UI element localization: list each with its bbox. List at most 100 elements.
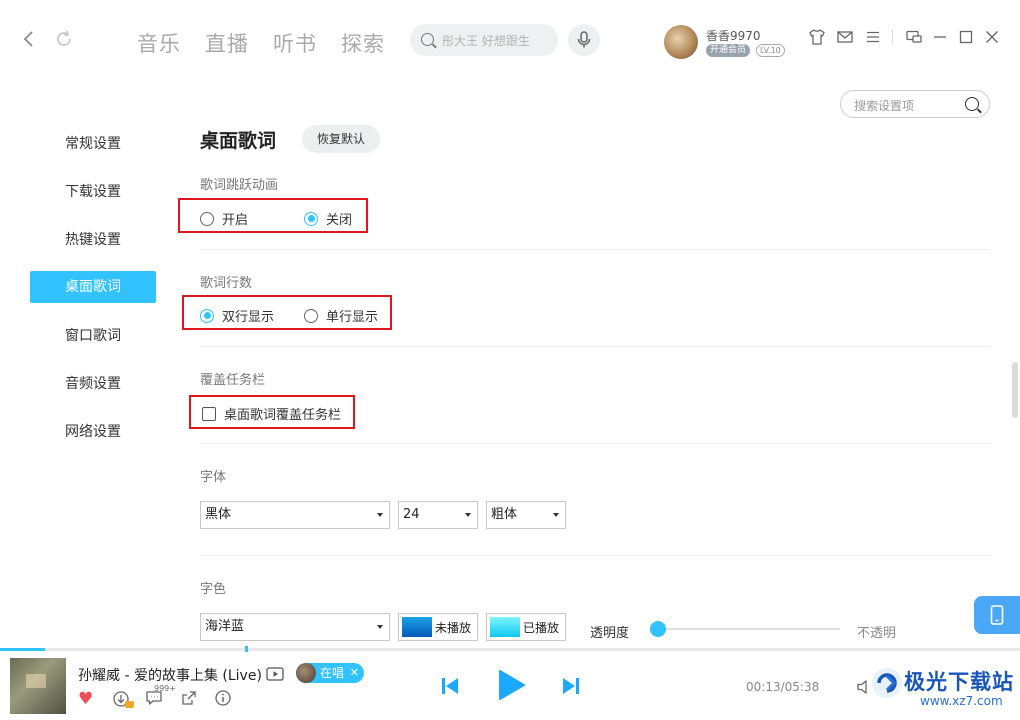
mini-mode-icon[interactable] [905,28,923,46]
section-label-jump-animation: 歌词跳跃动画 [200,178,279,193]
section-divider [200,346,990,347]
section-label-line-count: 歌词行数 [200,276,253,291]
close-icon[interactable]: ✕ [350,663,359,683]
vip-badge[interactable]: 开通会员 [706,44,751,57]
chevron-down-icon [377,625,383,629]
mail-icon[interactable] [836,28,854,46]
skin-icon[interactable] [808,28,826,46]
username[interactable]: 香香9970 [706,27,761,44]
section-label-font: 字体 [200,470,227,485]
select-value: 黑体 [205,507,232,522]
font-weight-select[interactable]: 粗体 [486,501,566,529]
chevron-down-icon [377,513,383,517]
font-size-select[interactable]: 24 [398,501,478,529]
radio-jump-on[interactable]: 开启 [200,209,248,228]
song-title[interactable]: 孙耀威 - 爱的故事上集 (Live) [78,665,262,685]
sidebar-item-desktop-lyrics[interactable]: 桌面歌词 [30,271,156,303]
sidebar-item-hotkeys[interactable]: 热键设置 [30,224,156,256]
font-family-select[interactable]: 黑体 [200,501,390,529]
playback-time: 00:13/05:38 [746,680,820,694]
avatar[interactable] [664,25,698,59]
settings-search-input[interactable]: 搜索设置项 [840,90,990,118]
play-icon[interactable] [496,669,526,701]
opacity-slider-track[interactable] [650,628,840,630]
search-icon [421,33,434,46]
tab-music[interactable]: 音乐 [137,28,181,58]
tab-explore[interactable]: 探索 [341,28,385,58]
chevron-down-icon [465,513,471,517]
search-placeholder: 彤大王 好想跟生 [442,34,530,48]
color-swatch [402,617,432,637]
checkbox-cover-taskbar[interactable]: 桌面歌词覆盖任务栏 [202,404,341,423]
minimize-icon[interactable] [931,28,949,46]
search-input[interactable]: 彤大王 好想跟生 [410,24,558,56]
radio-label: 单行显示 [326,310,379,325]
sidebar-item-network[interactable]: 网络设置 [30,416,156,448]
playback-progress-track[interactable] [0,648,1020,651]
checkbox-label: 桌面歌词覆盖任务栏 [224,408,342,423]
maximize-icon[interactable] [957,28,975,46]
close-icon[interactable] [983,28,1001,46]
opacity-slider-handle[interactable] [650,621,666,637]
voice-search-button[interactable] [568,24,600,56]
phone-icon [990,605,1004,625]
select-value: 24 [403,507,420,522]
color-button-label: 未播放 [435,620,472,635]
played-color-button[interactable]: 已播放 [486,613,566,641]
checkbox-box [202,406,216,421]
radio-label: 开启 [222,213,249,228]
live-singing-tag[interactable]: 在唱 ✕ [296,663,364,683]
refresh-icon[interactable] [52,27,76,51]
color-scheme-select[interactable]: 海洋蓝 [200,613,390,641]
watermark-logo-icon [872,668,902,698]
tab-live[interactable]: 直播 [205,28,249,58]
section-label-cover-taskbar: 覆盖任务栏 [200,373,266,388]
mobile-button[interactable] [974,596,1020,634]
comment-count: 999+ [154,684,176,693]
sidebar-item-general[interactable]: 常规设置 [30,128,156,160]
heart-icon[interactable]: ♥ [78,689,93,709]
playback-progress-marker [245,646,248,652]
menu-icon[interactable] [864,28,882,46]
live-tag-label: 在唱 [320,666,345,680]
section-divider [200,555,990,556]
microphone-icon [577,31,591,48]
watermark-title: 极光下载站 [904,670,1014,694]
watermark-url: www.xz7.com [920,694,1003,708]
top-bar: 音乐 直播 听书 探索 彤大王 好想跟生 香香9970 开通会员 LV.10 [0,0,1020,80]
back-icon[interactable] [17,27,41,51]
radio-jump-off[interactable]: 关闭 [304,209,352,228]
section-divider [200,443,990,444]
share-icon[interactable] [180,689,198,707]
sidebar-item-download[interactable]: 下载设置 [30,176,156,208]
restore-default-button[interactable]: 恢复默认 [302,125,380,153]
next-track-icon[interactable] [561,676,581,696]
search-icon [965,97,979,111]
download-hq-icon[interactable] [112,689,134,709]
radio-circle [200,308,214,323]
radio-single-line[interactable]: 单行显示 [304,306,378,325]
unplayed-color-button[interactable]: 未播放 [398,613,478,641]
sidebar-item-audio[interactable]: 音频设置 [30,368,156,400]
tab-audiobook[interactable]: 听书 [273,28,317,58]
radio-circle [200,211,214,226]
select-value: 海洋蓝 [205,619,245,634]
info-icon[interactable] [214,689,232,707]
playback-progress-fill [0,648,45,651]
scrollbar[interactable] [1012,362,1018,418]
sidebar-item-window-lyrics[interactable]: 窗口歌词 [30,320,156,352]
settings-search-placeholder: 搜索设置项 [854,99,915,113]
mv-icon[interactable] [266,667,284,681]
section-divider [200,249,990,250]
color-button-label: 已播放 [523,620,560,635]
page-title: 桌面歌词 [200,130,277,152]
chevron-down-icon [553,513,559,517]
album-cover[interactable] [10,658,66,714]
opaque-label: 不透明 [857,626,897,641]
radio-circle [304,308,318,323]
radio-label: 关闭 [326,213,353,228]
color-swatch [490,617,520,637]
previous-track-icon[interactable] [440,676,460,696]
level-badge: LV.10 [756,44,785,57]
radio-double-line[interactable]: 双行显示 [200,306,274,325]
